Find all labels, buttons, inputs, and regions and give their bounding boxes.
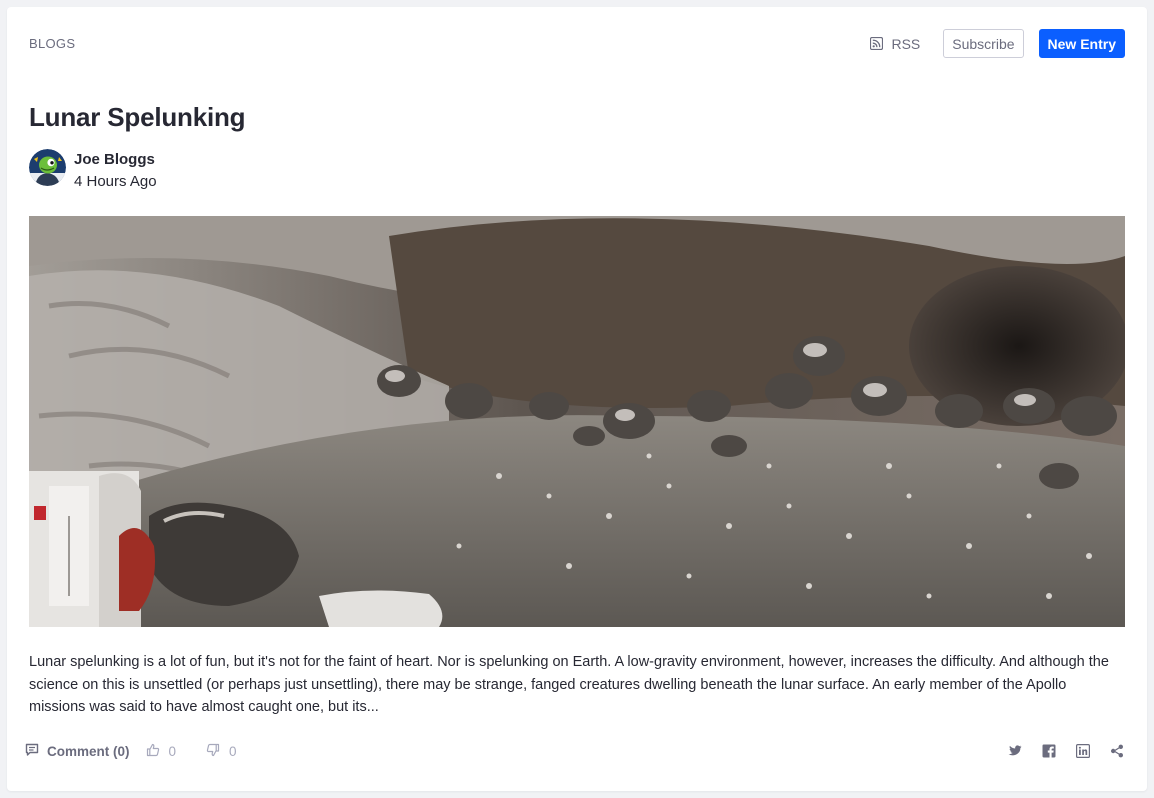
new-entry-button[interactable]: New Entry [1038,29,1125,58]
linkedin-icon[interactable] [1075,743,1091,759]
section-label: BLOGS [29,36,76,51]
thumbs-up-icon [146,743,160,760]
comment-icon [25,743,39,760]
blogs-header: BLOGS RSS Subscribe New Entry [29,29,1125,58]
entry-excerpt: Lunar spelunking is a lot of fun, but it… [29,654,1109,715]
author-info: Joe Bloggs 4 Hours Ago [29,149,157,191]
subscribe-button[interactable]: Subscribe [943,29,1024,58]
rss-link[interactable]: RSS [870,36,920,52]
entry-timestamp: 4 Hours Ago [74,173,157,190]
rss-label: RSS [891,35,921,52]
entry-actions: Comment (0) 0 0 [25,743,267,760]
share-icon[interactable] [1109,743,1125,759]
rss-icon [870,37,884,50]
thumbs-up-button[interactable]: 0 [146,743,177,760]
twitter-icon[interactable] [1007,743,1023,759]
header-actions: RSS Subscribe New Entry [870,29,1125,58]
social-share [1007,743,1125,759]
thumbs-down-button[interactable]: 0 [206,743,237,760]
cover-image [29,216,1125,627]
comment-label: Comment (0) [47,744,130,759]
entry-footer: Comment (0) 0 0 [25,743,1125,767]
blog-entry-card: BLOGS RSS Subscribe New Entry Lunar Spel… [7,7,1147,791]
entry-title[interactable]: Lunar Spelunking [29,102,246,133]
facebook-icon[interactable] [1041,743,1057,759]
author-meta: Joe Bloggs 4 Hours Ago [74,151,157,191]
comment-button[interactable]: Comment (0) [25,743,130,760]
author-avatar[interactable] [29,149,66,186]
thumbs-down-icon [206,743,220,760]
thumbs-down-count: 0 [229,744,237,759]
thumbs-up-count: 0 [168,744,177,759]
author-name[interactable]: Joe Bloggs [74,151,157,169]
